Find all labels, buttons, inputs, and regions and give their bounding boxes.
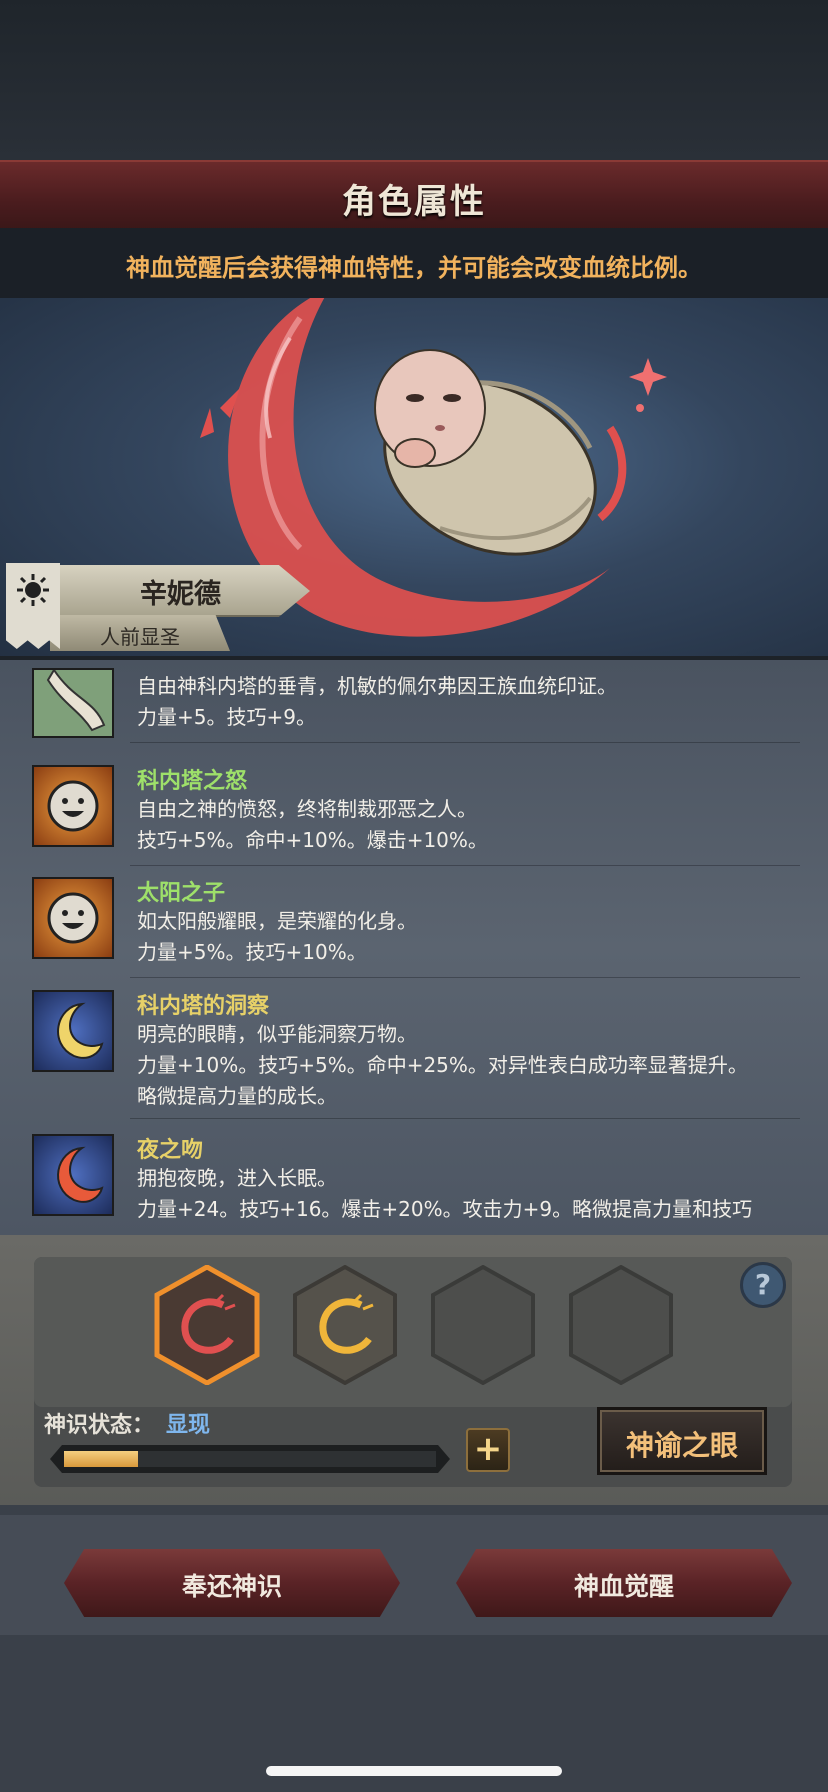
trait-stats: 力量+10%。技巧+5%。命中+25%。对异性表白成功率显著提升。 [137,1053,748,1077]
divine-progress-bar [50,1445,450,1473]
home-indicator[interactable] [266,1766,562,1776]
trait-name: 夜之吻 [137,1138,204,1163]
oracle-eye-button[interactable]: 神谕之眼 [597,1407,767,1475]
return-divine-button[interactable]: 奉还神识 [64,1549,400,1617]
brush-icon [32,668,114,738]
swaddled-baby-icon [374,349,597,556]
top-background [0,0,828,160]
empty-slot-icon[interactable] [567,1265,675,1385]
character-nameplate: 辛妮德 人前显圣 [0,563,320,665]
trait-list[interactable]: 自由神科内塔的垂青，机敏的佩尔弗因王族血统印证。 力量+5。技巧+9。 科内塔之… [0,660,828,1235]
trait-desc: 自由神科内塔的垂青，机敏的佩尔弗因王族血统印证。 [137,674,617,698]
divider [130,1118,800,1119]
divider [130,977,800,978]
trait-name: 科内塔的洞察 [137,994,270,1019]
blood-awaken-button[interactable]: 神血觉醒 [456,1549,792,1617]
slots-area [34,1257,792,1407]
trait-name: 科内塔之怒 [137,769,248,794]
page-subtitle: 神血觉醒后会获得神血特性，并可能会改变血统比例。 [126,254,702,282]
trait-stats: 力量+5。技巧+9。 [137,705,316,729]
gold-sigil-slot-icon[interactable] [291,1265,399,1385]
status-label: 神识状态： [44,1413,155,1438]
sun-banner-icon [6,563,60,649]
trait-stats: 力量+5%。技巧+10%。 [137,940,367,964]
help-icon[interactable]: ? [740,1262,786,1308]
trait-desc: 拥抱夜晚，进入长眠。 [137,1166,337,1190]
trait-stats: 力量+24。技巧+16。爆击+20%。攻击力+9。略微提高力量和技巧 [137,1197,753,1221]
add-button[interactable]: + [466,1428,510,1472]
page-title: 角色属性 [342,182,486,222]
divider [130,865,800,866]
red-crescent-icon [32,1134,114,1216]
blood-awaken-label: 神血觉醒 [573,1572,674,1601]
red-sigil-slot-icon[interactable] [153,1265,261,1385]
divider [130,742,800,743]
sun-face-icon [32,877,114,959]
sun-face-icon [32,765,114,847]
trait-stats-extra: 略微提高力量的成长。 [137,1084,337,1108]
subtitle-bar: 神血觉醒后会获得神血特性，并可能会改变血统比例。 [0,228,828,298]
divine-panel: ? 神识状态： 显现 + 神谕之眼 [0,1235,828,1505]
trait-desc: 如太阳般耀眼，是荣耀的化身。 [137,909,417,933]
character-name: 辛妮德 [140,579,221,610]
title-bar: 角色属性 [0,160,828,230]
crescent-icon [32,990,114,1072]
return-divine-label: 奉还神识 [181,1572,282,1601]
trait-desc: 自由之神的愤怒，终将制裁邪恶之人。 [137,797,477,821]
bottom-bar: 奉还神识 神血觉醒 [0,1505,828,1792]
character-tag: 人前显圣 [100,625,180,649]
status-value: 显现 [166,1413,211,1438]
oracle-eye-label: 神谕之眼 [625,1429,738,1462]
trait-desc: 明亮的眼睛，似乎能洞察万物。 [137,1022,417,1046]
trait-name: 太阳之子 [137,881,226,906]
empty-slot-icon[interactable] [429,1265,537,1385]
progress-fill [64,1451,138,1467]
trait-stats: 技巧+5%。命中+10%。爆击+10%。 [137,828,488,852]
